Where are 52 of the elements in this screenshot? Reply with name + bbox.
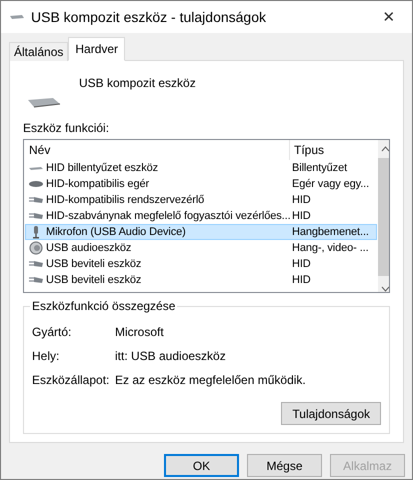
scroll-thumb[interactable] bbox=[378, 158, 389, 276]
list-row[interactable]: USB audioeszköz Hang-, video- ... bbox=[25, 240, 377, 256]
field-value: itt: USB audioeszköz bbox=[115, 349, 226, 364]
dialog-button[interactable]: OK bbox=[164, 454, 239, 477]
list-row[interactable]: HID billentyűzet eszköz Billentyűzet bbox=[25, 160, 377, 176]
close-button[interactable]: ✕ bbox=[366, 8, 412, 26]
function-name: USB audioeszköz bbox=[46, 242, 132, 254]
device-icon bbox=[9, 13, 25, 21]
properties-button[interactable]: Tulajdonságok bbox=[281, 402, 381, 425]
function-type: Hangbemenet... bbox=[292, 226, 369, 238]
function-name: HID billentyűzet eszköz bbox=[46, 162, 158, 174]
function-name: HID-kompatibilis rendszervezérlő bbox=[46, 194, 204, 206]
function-name: HID-kompatibilis egér bbox=[46, 178, 150, 190]
field-value: Microsoft bbox=[115, 325, 164, 340]
function-type: Egér vagy egy... bbox=[292, 178, 370, 190]
device-icon bbox=[28, 195, 44, 206]
function-type: Hang-, video- ... bbox=[292, 242, 369, 254]
function-name: HID-szabványnak megfelelő fogyasztói vezérlőes... bbox=[46, 210, 291, 222]
field-label: Eszközállapot: bbox=[32, 373, 110, 388]
device-icon bbox=[27, 95, 61, 109]
column-header[interactable]: Típus bbox=[290, 140, 376, 160]
list-row[interactable]: USB beviteli eszköz HID bbox=[25, 272, 377, 288]
field-label: Hely: bbox=[32, 349, 60, 364]
scrollbar[interactable] bbox=[378, 140, 389, 292]
list-row[interactable]: USB beviteli eszköz HID bbox=[25, 256, 377, 272]
mouse-icon bbox=[28, 179, 44, 190]
tab[interactable]: Általános bbox=[9, 42, 68, 61]
list-row[interactable]: HID-szabványnak megfelelő fogyasztói vezérlőes...HID bbox=[25, 208, 377, 224]
device-name: USB kompozit eszköz bbox=[79, 75, 196, 92]
list-row[interactable]: Mikrofon (USB Audio Device) Hangbemenet... bbox=[25, 224, 377, 240]
column-header[interactable]: Név bbox=[25, 140, 290, 160]
function-name: Mikrofon (USB Audio Device) bbox=[46, 226, 186, 238]
dialog-button[interactable]: Mégse bbox=[247, 454, 322, 477]
function-type: Billentyűzet bbox=[292, 162, 348, 174]
function-type: HID bbox=[292, 274, 311, 286]
field-value: Ez az eszköz megfelelően működik. bbox=[115, 373, 306, 388]
speaker-icon bbox=[28, 241, 44, 256]
list-row[interactable]: HID-kompatibilis rendszervezérlő HID bbox=[25, 192, 377, 208]
list-row[interactable]: HID-kompatibilis egér Egér vagy egy... bbox=[25, 176, 377, 192]
function-name: USB beviteli eszköz bbox=[46, 258, 142, 270]
function-type: HID bbox=[292, 258, 311, 270]
field-label: Gyártó: bbox=[32, 325, 72, 340]
tab[interactable]: Hardver bbox=[68, 37, 126, 61]
list-label: Eszköz funkciói: bbox=[23, 121, 110, 136]
device-icon bbox=[28, 259, 44, 270]
device-icon bbox=[28, 211, 44, 222]
device-icon bbox=[28, 275, 44, 286]
function-type: HID bbox=[292, 210, 311, 222]
window-title: USB kompozit eszköz - tulajdonságok bbox=[31, 9, 267, 25]
function-type: HID bbox=[292, 194, 311, 206]
group-title: Eszközfunkció összegzése bbox=[30, 299, 178, 314]
function-name: USB beviteli eszköz bbox=[46, 274, 142, 286]
